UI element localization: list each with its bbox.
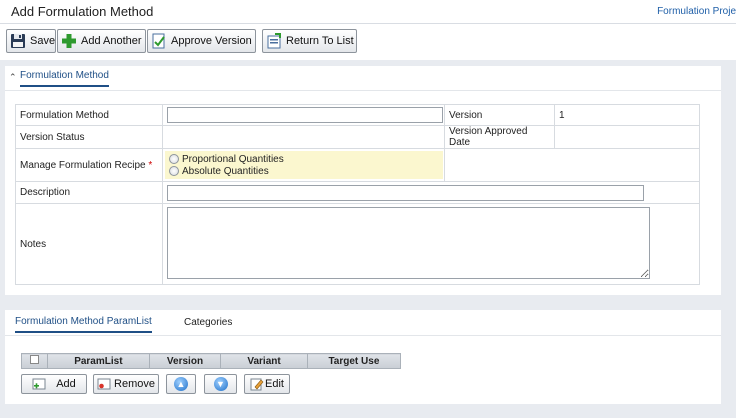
page-title: Add Formulation Method	[11, 4, 154, 19]
column-header-version[interactable]: Version	[148, 353, 222, 369]
tab-formulation-method-paramlist[interactable]: Formulation Method ParamList	[15, 316, 152, 333]
proportional-radio[interactable]	[169, 154, 179, 164]
formulation-project-link[interactable]: Formulation Proje	[657, 6, 736, 17]
absolute-label: Absolute Quantities	[182, 165, 269, 177]
method-label: Formulation Method	[15, 104, 163, 126]
remove-row-icon	[97, 377, 111, 391]
description-cell	[162, 181, 700, 204]
title-bar: Add Formulation Method Formulation Proje	[0, 0, 736, 24]
column-header-variant[interactable]: Variant	[220, 353, 308, 369]
select-all-header[interactable]	[21, 353, 48, 369]
move-down-button[interactable]: ▼	[204, 374, 237, 394]
select-all-checkbox[interactable]	[29, 355, 39, 364]
recipe-empty-cell	[444, 148, 700, 182]
green-plus-icon	[61, 33, 77, 49]
paramlist-panel: Formulation Method ParamList Categories …	[5, 310, 721, 404]
return-to-list-label: Return To List	[286, 35, 354, 47]
paramlist-grid: ParamList Version Variant Target Use	[21, 353, 402, 369]
edit-label: Edit	[265, 378, 284, 390]
tab-divider	[5, 90, 721, 91]
version-value: 1	[554, 104, 700, 126]
approve-version-label: Approve Version	[171, 35, 252, 47]
recipe-cell: Proportional Quantities Absolute Quantit…	[162, 148, 445, 182]
status-value	[162, 125, 445, 149]
add-label: Add	[56, 378, 76, 390]
add-another-button[interactable]: Add Another	[57, 29, 146, 53]
recipe-label-cell: Manage Formulation Recipe *	[15, 148, 163, 182]
recipe-label: Manage Formulation Recipe	[20, 159, 146, 171]
return-to-list-button[interactable]: Return To List	[262, 29, 357, 53]
formulation-method-panel: ⌃ Formulation Method Formulation Method …	[5, 66, 721, 295]
floppy-disk-icon	[10, 33, 26, 49]
description-input[interactable]	[167, 184, 644, 201]
recipe-radio-group: Proportional Quantities Absolute Quantit…	[165, 151, 443, 179]
add-row-icon	[32, 377, 46, 391]
tab-categories[interactable]: Categories	[184, 317, 232, 328]
column-header-paramlist[interactable]: ParamList	[46, 353, 150, 369]
column-header-target-use[interactable]: Target Use	[306, 353, 402, 369]
notes-textarea[interactable]	[167, 206, 650, 279]
edit-button[interactable]: Edit	[244, 374, 290, 394]
move-down-icon: ▼	[213, 377, 228, 391]
approve-document-icon	[151, 33, 167, 49]
tab-formulation-method[interactable]: Formulation Method	[20, 70, 109, 87]
approved-date-label: Version Approved Date	[444, 125, 555, 149]
radio-absolute[interactable]: Absolute Quantities	[169, 165, 439, 177]
absolute-radio[interactable]	[169, 166, 179, 176]
formulation-method-form: Formulation Method Version 1 Version Sta…	[15, 104, 700, 285]
formulation-method-input[interactable]	[167, 107, 443, 123]
proportional-label: Proportional Quantities	[182, 153, 284, 165]
notes-cell	[162, 203, 700, 285]
return-list-icon	[266, 33, 282, 49]
description-label: Description	[15, 181, 163, 204]
method-cell	[162, 104, 445, 126]
remove-button[interactable]: Remove	[93, 374, 159, 394]
notes-label: Notes	[15, 203, 163, 285]
save-label: Save	[30, 35, 56, 47]
version-label: Version	[444, 104, 555, 126]
radio-proportional[interactable]: Proportional Quantities	[169, 153, 439, 165]
move-up-icon: ▲	[174, 377, 188, 391]
approve-version-button[interactable]: Approve Version	[147, 29, 256, 53]
tab-divider-2	[5, 335, 721, 336]
save-button[interactable]: Save	[6, 29, 56, 53]
toolbar: Save Add Another Approve Version Return …	[0, 24, 736, 60]
add-another-label: Add Another	[81, 35, 142, 47]
remove-label: Remove	[114, 378, 155, 390]
edit-pencil-icon	[250, 377, 264, 391]
approved-date-value	[554, 125, 700, 149]
status-label: Version Status	[15, 125, 163, 149]
collapse-chevron-icon[interactable]: ⌃	[9, 72, 17, 83]
add-button[interactable]: Add	[21, 374, 87, 394]
required-mark: *	[148, 159, 153, 171]
move-up-button[interactable]: ▲	[166, 374, 196, 394]
